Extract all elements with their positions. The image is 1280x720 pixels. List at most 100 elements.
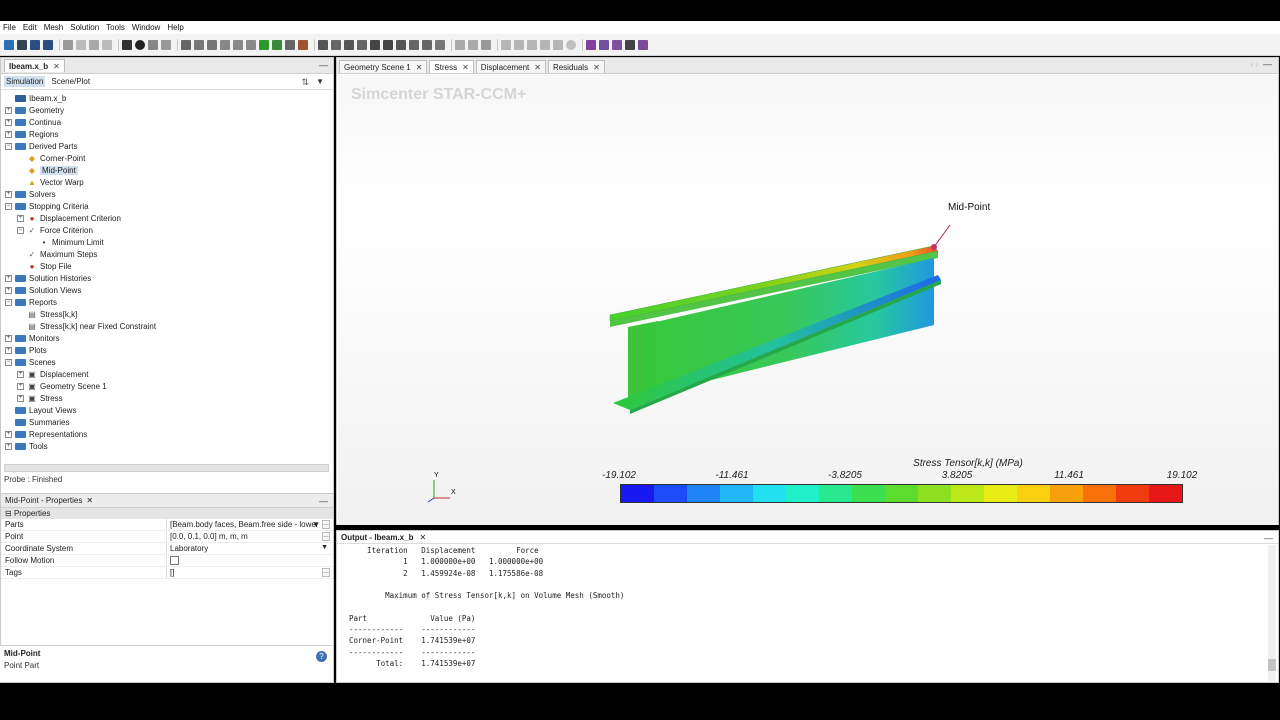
expander-icon[interactable]: + <box>17 214 24 222</box>
fit-view-icon[interactable] <box>331 39 341 50</box>
tree-item[interactable]: + Solvers <box>1 188 333 200</box>
tree-item[interactable]: + Tools <box>1 440 333 452</box>
tree-item[interactable]: − Reports <box>1 296 333 308</box>
tree-item[interactable]: ▲ Vector Warp <box>1 176 333 188</box>
menu-file[interactable]: File <box>3 23 16 32</box>
part-icon[interactable] <box>246 39 256 50</box>
tool-icon[interactable] <box>285 39 295 50</box>
clear-mesh-icon[interactable] <box>194 39 204 50</box>
rotate-right-icon[interactable] <box>383 39 393 50</box>
output-scrollbar-thumb[interactable] <box>1268 659 1276 671</box>
tree-item[interactable]: ▤ Stress[k,k] <box>1 308 333 320</box>
mid-point-marker[interactable] <box>931 244 937 250</box>
rewind-icon[interactable] <box>527 39 537 50</box>
expander-icon[interactable]: + <box>5 274 12 282</box>
probe-icon[interactable] <box>455 39 465 50</box>
save-icon[interactable] <box>30 39 40 50</box>
tree-item[interactable]: − ✓ Force Criterion <box>1 224 333 236</box>
tree-item[interactable]: ◆ Mid-Point <box>1 164 333 176</box>
camera-icon[interactable] <box>318 39 328 50</box>
expander-icon[interactable]: − <box>5 202 12 210</box>
tree-item[interactable]: + Solution Histories <box>1 272 333 284</box>
menu-tools[interactable]: Tools <box>106 23 125 32</box>
tile-view-icon[interactable] <box>612 39 622 50</box>
ellipsis-button[interactable]: … <box>322 520 330 529</box>
tab-ibeam[interactable]: Ibeam.x_b ✕ <box>4 59 65 72</box>
open-icon[interactable] <box>17 39 27 50</box>
stop-record-icon[interactable] <box>566 39 576 50</box>
tree-item[interactable]: + ▣ Displacement <box>1 368 333 380</box>
filter-icon[interactable]: ⇅ <box>299 76 311 89</box>
tree-item[interactable]: Layout Views <box>1 404 333 416</box>
expander-icon[interactable]: + <box>5 106 12 114</box>
tree-item[interactable]: Ibeam.x_b <box>1 92 333 104</box>
play-icon[interactable] <box>501 39 511 50</box>
properties-section[interactable]: ⊟ Properties <box>1 508 333 519</box>
copy-icon[interactable] <box>63 39 73 50</box>
more-tools-icon[interactable] <box>638 39 648 50</box>
menu-help[interactable]: Help <box>167 23 183 32</box>
expander-icon[interactable]: + <box>5 190 12 198</box>
tree-item[interactable]: + ● Displacement Criterion <box>1 212 333 224</box>
tree-item[interactable]: + Representations <box>1 428 333 440</box>
stop-icon[interactable] <box>161 39 171 50</box>
tree-item[interactable]: ✓ Maximum Steps <box>1 248 333 260</box>
save-as-icon[interactable] <box>43 39 53 50</box>
expander-icon[interactable]: + <box>5 442 12 450</box>
run-icon[interactable] <box>122 39 132 50</box>
annotation-icon[interactable] <box>468 39 478 50</box>
tree-item[interactable]: + Regions <box>1 128 333 140</box>
tree-item[interactable]: ◆ Corner-Point <box>1 152 333 164</box>
property-row-follow-motion[interactable]: Follow Motion <box>1 555 333 567</box>
chevron-down-icon[interactable]: ▼ <box>314 76 326 87</box>
minimize-icon[interactable]: — <box>319 60 328 70</box>
paste-icon[interactable] <box>76 39 86 50</box>
mesh-icon[interactable] <box>181 39 191 50</box>
grid-icon[interactable] <box>422 39 432 50</box>
expander-icon[interactable]: + <box>5 286 12 294</box>
property-value[interactable]: Laboratory <box>167 543 333 554</box>
follow-motion-checkbox[interactable] <box>170 556 179 565</box>
chevron-down-icon[interactable]: ▼ <box>321 544 328 551</box>
property-row-point[interactable]: Point [0.0, 0.1, 0.0] m, m, m… <box>1 531 333 543</box>
record-icon[interactable] <box>514 39 524 50</box>
close-icon[interactable]: ✕ <box>86 496 93 505</box>
tree-item[interactable]: + ▣ Stress <box>1 392 333 404</box>
tree-item[interactable]: Summaries <box>1 416 333 428</box>
zoom-box-icon[interactable] <box>344 39 354 50</box>
expander-icon[interactable]: + <box>5 130 12 138</box>
menu-mesh[interactable]: Mesh <box>44 23 64 32</box>
tab-geometry-scene[interactable]: Geometry Scene 1 ✕ <box>339 60 428 73</box>
tree-item[interactable]: + Geometry <box>1 104 333 116</box>
close-icon[interactable]: ✕ <box>462 63 469 72</box>
property-value[interactable]: [Beam.body faces, Beam.free side - lower <box>167 519 333 530</box>
back-icon[interactable] <box>89 39 99 50</box>
close-icon[interactable]: ✕ <box>419 533 426 542</box>
tab-stress[interactable]: Stress ✕ <box>429 60 474 73</box>
new-simulation-icon[interactable] <box>4 39 14 50</box>
tree-item[interactable]: + Monitors <box>1 332 333 344</box>
expander-icon[interactable]: − <box>5 142 12 150</box>
tree-item[interactable]: − Stopping Criteria <box>1 200 333 212</box>
menu-window[interactable]: Window <box>132 23 160 32</box>
property-row-coordinate-system[interactable]: Coordinate System Laboratory ▼ <box>1 543 333 555</box>
minimize-icon[interactable]: — <box>1264 533 1273 543</box>
menu-solution[interactable]: Solution <box>70 23 99 32</box>
ibeam-model[interactable]: Y X <box>338 75 1278 525</box>
property-row-tags[interactable]: Tags[]… <box>1 567 333 579</box>
tab-displacement[interactable]: Displacement ✕ <box>475 60 546 73</box>
flag-icon[interactable] <box>259 39 269 50</box>
property-value[interactable]: [0.0, 0.1, 0.0] m, m, m <box>167 531 333 542</box>
tab-simulation[interactable]: Simulation <box>4 76 46 87</box>
light-icon[interactable] <box>481 39 491 50</box>
tree-item[interactable]: + Solution Views <box>1 284 333 296</box>
close-icon[interactable]: ✕ <box>593 63 600 72</box>
surface-icon[interactable] <box>220 39 230 50</box>
property-row-parts[interactable]: Parts [Beam.body faces, Beam.free side - … <box>1 519 333 531</box>
funnel-icon[interactable]: ▼ <box>312 520 320 529</box>
expander-icon[interactable]: − <box>17 226 24 234</box>
tab-residuals[interactable]: Residuals ✕ <box>547 60 605 73</box>
perspective-icon[interactable] <box>357 39 367 50</box>
tree-item[interactable]: ● Stop File <box>1 260 333 272</box>
minimize-icon[interactable]: — <box>319 496 328 506</box>
